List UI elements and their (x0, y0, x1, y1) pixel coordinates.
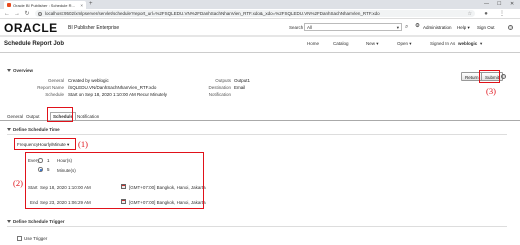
administration-link[interactable]: Administration (423, 25, 452, 30)
minimize-icon[interactable]: — (484, 1, 489, 7)
new-menu[interactable]: New ▾ (366, 41, 379, 47)
url-field[interactable]: i localhost:9502/xmlpserver/servlet/sche… (35, 10, 475, 17)
oracle-logo: ORACLE (4, 21, 58, 35)
use-trigger-checkbox[interactable] (17, 236, 22, 241)
disclosure-triangle-icon (7, 69, 11, 72)
schedule-time-title: Define Schedule Time (13, 127, 60, 132)
search-icon[interactable]: ⌕ (405, 24, 408, 31)
bookmark-star-icon[interactable]: ☆ (468, 11, 472, 17)
signed-in-label: Signed In As (430, 41, 456, 46)
overview-title: Overview (13, 68, 34, 73)
schedule-trigger-title: Define Schedule Trigger (13, 219, 65, 224)
product-name: BI Publisher Enterprise (68, 25, 120, 31)
help-label: Help (457, 25, 467, 30)
sign-out-link[interactable]: Sign Out (477, 25, 495, 30)
general-value: Created by weblogic (68, 78, 109, 83)
help-icon[interactable]: ? (508, 25, 513, 30)
annotation-label-3: (3) (486, 86, 496, 96)
page-subbar: Schedule Report Job Home Catalog New ▾ O… (0, 37, 520, 53)
open-label: Open (397, 41, 409, 46)
browser-menu-icon[interactable]: ⋮ (499, 10, 505, 17)
outputs-label: Outputs (215, 78, 231, 83)
annotation-box-schedule-range (25, 152, 204, 209)
back-icon[interactable]: ← (4, 11, 10, 17)
overview-heading[interactable]: Overview (7, 68, 33, 73)
help-menu[interactable]: Help ▾ (457, 25, 470, 31)
profile-icon[interactable]: ● (483, 11, 489, 17)
administration-icon: ⚙ (415, 23, 420, 29)
tab-general[interactable]: General (5, 113, 25, 120)
new-label: New (366, 41, 376, 46)
annotation-box-submit (479, 70, 500, 83)
tab-notification[interactable]: Notification (75, 113, 101, 120)
maximize-icon[interactable]: ☐ (497, 1, 501, 7)
schedule-time-heading[interactable]: Define Schedule Time (7, 127, 60, 132)
use-trigger-label: Use Trigger (24, 236, 48, 241)
browser-tabstrip: Oracle BI Publisher : Schedule R... × + … (0, 0, 520, 9)
report-name-label: Report Name (37, 85, 64, 90)
destination-label: Destination (208, 85, 231, 90)
annotation-box-schedule-tab (47, 107, 73, 122)
disclosure-triangle-icon (7, 220, 11, 223)
report-name-value: /SQLEDU.VN/DanhSachNhanVien_RTF.xdo (68, 85, 157, 90)
schedule-trigger-heading[interactable]: Define Schedule Trigger (7, 219, 65, 224)
schedule-value: Start on Sep 18, 2020 1:10:00 AM Recur M… (68, 92, 168, 97)
schedule-label: Schedule (45, 92, 64, 97)
address-bar: ← → ↻ i localhost:9502/xmlpserver/servle… (0, 9, 520, 19)
tab-output[interactable]: Output (24, 113, 42, 120)
signed-in-user[interactable]: weblogic (458, 41, 477, 46)
page-help-icon[interactable]: ? (501, 74, 506, 79)
home-link[interactable]: Home (307, 41, 319, 46)
new-tab-button[interactable]: + (89, 1, 93, 7)
general-label: General (47, 78, 64, 83)
notification-label: Notification (208, 92, 231, 97)
url-text: localhost:9502/xmlpserver/servlet/schedu… (45, 11, 380, 16)
annotation-label-2: (2) (13, 178, 23, 188)
search-scope-value: All (307, 25, 313, 30)
window-close-icon[interactable]: ✕ (510, 1, 514, 7)
user-menu-chevron-icon[interactable]: ▾ (480, 41, 482, 47)
browser-tab[interactable]: Oracle BI Publisher : Schedule R... × (4, 1, 86, 9)
catalog-link[interactable]: Catalog (333, 41, 349, 46)
page-title: Schedule Report Job (4, 41, 65, 47)
oracle-favicon-icon (7, 3, 11, 7)
forward-icon[interactable]: → (14, 11, 20, 17)
tab-close-icon[interactable]: × (80, 3, 83, 8)
trigger-divider (7, 226, 507, 227)
reload-icon[interactable]: ↻ (24, 10, 30, 17)
section-divider (7, 134, 507, 135)
search-label: Search (289, 25, 304, 30)
job-tabs: General Output Schedule Notification (0, 111, 520, 121)
annotation-box-frequency (14, 138, 76, 150)
disclosure-triangle-icon (7, 128, 11, 131)
annotation-label-1: (1) (78, 139, 88, 149)
browser-tab-title: Oracle BI Publisher : Schedule R... (13, 2, 75, 8)
chevron-down-icon: ▾ (396, 25, 399, 30)
open-menu[interactable]: Open ▾ (397, 41, 412, 47)
search-scope-select[interactable]: All ▾ (304, 23, 402, 31)
outputs-value: Output1 (234, 78, 251, 83)
info-icon[interactable]: i (38, 11, 42, 16)
destination-value: Email (234, 85, 246, 90)
